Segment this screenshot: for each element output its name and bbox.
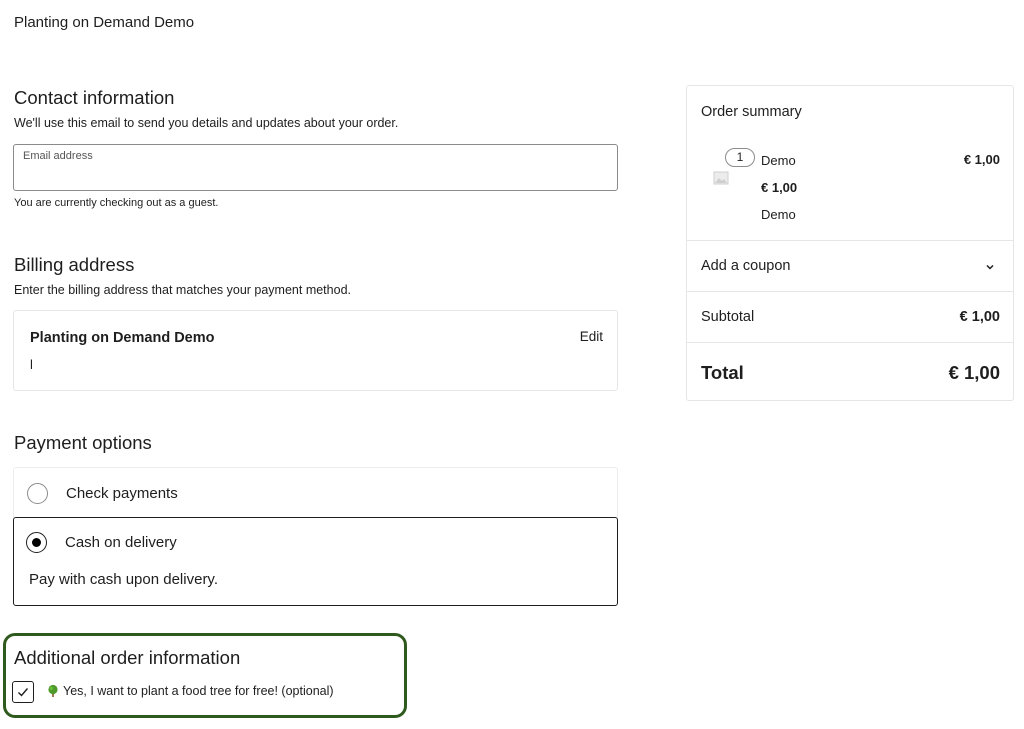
billing-description: Enter the billing address that matches y… [14, 283, 351, 297]
site-title[interactable]: Planting on Demand Demo [14, 14, 194, 31]
item-name: Demo [761, 153, 796, 168]
order-summary: Order summary 1 Demo € 1,00 Demo € 1,00 … [686, 85, 1014, 401]
item-quantity-badge: 1 [725, 148, 755, 167]
payment-heading: Payment options [14, 432, 152, 453]
summary-divider [687, 342, 1013, 343]
payment-option-cod[interactable]: Cash on delivery Pay with cash upon deli… [13, 517, 618, 606]
billing-name: Planting on Demand Demo [30, 330, 215, 346]
billing-edit-button[interactable]: Edit [580, 329, 603, 344]
email-field[interactable]: Email address [13, 144, 618, 191]
add-coupon-toggle[interactable]: Add a coupon [701, 258, 791, 274]
item-price: € 1,00 [761, 180, 798, 195]
item-total: € 1,00 [963, 152, 1000, 167]
guest-note: You are currently checking out as a gues… [14, 197, 219, 209]
payment-option-description: Pay with cash upon delivery. [29, 571, 218, 588]
email-field-label: Email address [23, 150, 93, 162]
billing-address-line: l [30, 357, 33, 372]
contact-description: We'll use this email to send you details… [14, 116, 399, 130]
checkmark-icon [18, 688, 29, 697]
payment-radio-cod[interactable] [26, 532, 47, 553]
total-label: Total [701, 362, 744, 383]
contact-heading: Contact information [14, 87, 175, 108]
product-image-placeholder-icon [713, 171, 729, 185]
checkout-page: Planting on Demand Demo Contact informat… [0, 0, 1024, 729]
subtotal-label: Subtotal [701, 309, 755, 325]
plant-tree-checkbox[interactable] [12, 681, 34, 703]
subtotal-value: € 1,00 [959, 309, 1000, 325]
billing-address-card: Planting on Demand Demo l Edit [13, 310, 618, 391]
order-summary-heading: Order summary [701, 104, 802, 120]
payment-option-label: Cash on delivery [65, 534, 177, 551]
summary-divider [687, 291, 1013, 292]
chevron-down-icon[interactable] [984, 261, 996, 273]
payment-option-check[interactable]: Check payments [13, 467, 618, 518]
plant-tree-label[interactable]: Yes, I want to plant a food tree for fre… [63, 684, 334, 698]
payment-option-label: Check payments [66, 485, 178, 502]
tree-icon [48, 684, 58, 697]
summary-divider [687, 240, 1013, 241]
item-description: Demo [761, 207, 796, 222]
payment-radio-check[interactable] [27, 483, 48, 504]
billing-heading: Billing address [14, 254, 135, 275]
highlight-frame [3, 633, 407, 718]
additional-heading: Additional order information [14, 647, 241, 668]
total-value: € 1,00 [948, 362, 1000, 383]
